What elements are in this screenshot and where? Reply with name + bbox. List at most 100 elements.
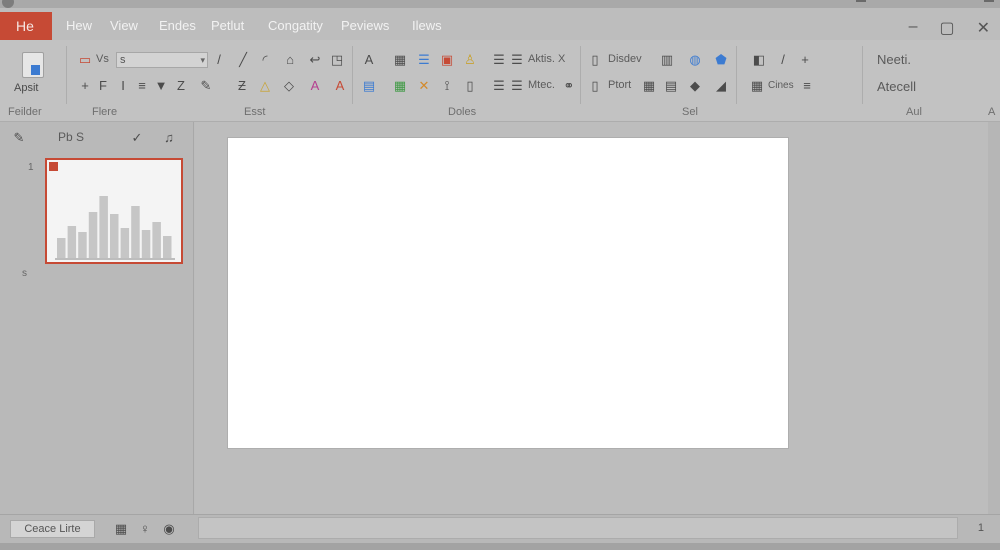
app-icon bbox=[2, 0, 14, 8]
menu-icon[interactable]: ≡ bbox=[800, 79, 814, 93]
pen-icon[interactable]: / bbox=[212, 53, 226, 67]
chart-icon[interactable]: ♙ bbox=[463, 53, 477, 67]
bold-icon[interactable]: F bbox=[96, 79, 110, 93]
ribbon-minimize-icon[interactable]: – bbox=[909, 18, 918, 38]
music-icon[interactable]: ♫ bbox=[162, 131, 176, 145]
slide-thumbnail-1[interactable] bbox=[45, 158, 183, 264]
ribbon-divider bbox=[580, 46, 581, 104]
globe-icon[interactable]: ◍ bbox=[688, 53, 702, 67]
home-icon[interactable]: ⬟ bbox=[714, 53, 728, 67]
ribbon-right-label-1[interactable]: Neeti. bbox=[877, 52, 911, 67]
collapse-icon[interactable]: ✓ bbox=[130, 131, 144, 145]
filter-icon[interactable]: ▼ bbox=[154, 79, 168, 93]
edit-icon[interactable]: / bbox=[776, 53, 790, 67]
notes-icon[interactable]: ▤ bbox=[664, 79, 678, 93]
slides-icon[interactable]: ▥ bbox=[660, 53, 674, 67]
leaf-icon[interactable]: ◆ bbox=[688, 79, 702, 93]
cross-icon[interactable]: ✕ bbox=[417, 79, 431, 93]
tab-view[interactable]: View bbox=[110, 18, 138, 33]
tab-congatity[interactable]: Congatity bbox=[268, 18, 323, 33]
menu-bar: He Hew View Endes Petlut Congatity Pevie… bbox=[0, 8, 1000, 40]
status-button[interactable]: Ceace Lirte bbox=[10, 520, 95, 538]
cines-label[interactable]: Cines bbox=[768, 80, 794, 91]
thumbnail-bar bbox=[57, 238, 66, 258]
italic-icon[interactable]: I bbox=[116, 79, 130, 93]
align-right-icon[interactable]: ☰ bbox=[492, 79, 506, 93]
slides-pane-title: Pb S bbox=[58, 130, 85, 144]
arrange-icon[interactable]: ▦ bbox=[750, 79, 764, 93]
vertical-scrollbar[interactable] bbox=[988, 122, 1000, 514]
reading-view-icon[interactable]: ♀ bbox=[138, 522, 152, 536]
font-size-icon[interactable]: A bbox=[362, 53, 376, 67]
group-label-corner: A bbox=[988, 106, 996, 118]
normal-view-icon[interactable]: ▦ bbox=[114, 522, 128, 536]
justify-icon[interactable]: ☰ bbox=[510, 79, 524, 93]
ribbon-right-label-2[interactable]: Atecell bbox=[877, 79, 916, 94]
thumbnail-bar bbox=[120, 228, 130, 258]
close-window-icon[interactable] bbox=[984, 0, 994, 2]
horizontal-scrollbar[interactable] bbox=[198, 517, 958, 539]
clear-format-icon[interactable]: Ƶ bbox=[235, 79, 249, 93]
slide-canvas[interactable] bbox=[227, 137, 789, 449]
brush-icon[interactable]: ✎ bbox=[199, 79, 213, 93]
thumbnail-bar bbox=[78, 232, 87, 258]
text-color-icon[interactable]: A bbox=[333, 79, 347, 93]
group-label-font: Flere bbox=[92, 106, 118, 118]
record-icon[interactable]: ▣ bbox=[440, 53, 454, 67]
paste-button-label[interactable]: Apsit bbox=[14, 82, 38, 94]
grid-icon[interactable]: ▦ bbox=[642, 79, 656, 93]
display-label-2[interactable]: Ptort bbox=[608, 79, 631, 91]
pin-icon[interactable]: ✎ bbox=[12, 131, 26, 145]
print-icon[interactable]: ▯ bbox=[588, 79, 602, 93]
thumbnail-baseline bbox=[55, 258, 175, 260]
tab-endes[interactable]: Endes bbox=[159, 18, 196, 33]
corner-icon[interactable]: ◢ bbox=[714, 79, 728, 93]
align-label-1[interactable]: Aktis. X bbox=[528, 53, 565, 65]
align-left-icon[interactable]: ☰ bbox=[492, 53, 506, 67]
slide-number: s bbox=[22, 268, 27, 279]
comment-icon[interactable]: ◧ bbox=[752, 53, 766, 67]
text-effects-icon[interactable]: A bbox=[308, 79, 322, 93]
highlight-icon[interactable]: △ bbox=[258, 79, 272, 93]
page-indicator: 1 bbox=[977, 522, 984, 534]
curve-icon[interactable]: ◜ bbox=[258, 53, 272, 67]
minimize-icon[interactable] bbox=[856, 0, 866, 2]
eraser-icon[interactable]: ◇ bbox=[282, 79, 296, 93]
group-label-edit: Esst bbox=[244, 106, 266, 118]
bell-icon[interactable]: ⌂ bbox=[283, 53, 297, 67]
ribbon-divider bbox=[736, 46, 737, 104]
add-icon[interactable]: + bbox=[78, 79, 92, 93]
spreadsheet-icon[interactable]: ▦ bbox=[393, 79, 407, 93]
document-icon[interactable]: ▤ bbox=[362, 79, 376, 93]
tab-ilews[interactable]: Ilews bbox=[412, 18, 442, 33]
shape-icon[interactable]: ◳ bbox=[330, 53, 344, 67]
thumbnail-bar bbox=[99, 196, 108, 258]
align-label-2[interactable]: Mtec. bbox=[528, 79, 555, 91]
slides-pane: ✎ Pb S ✓ ♫ 1 s bbox=[0, 122, 194, 514]
link-icon[interactable]: ⚭ bbox=[562, 79, 576, 93]
tag-icon[interactable]: ⟟ bbox=[440, 79, 454, 93]
ribbon-close-icon[interactable]: ✕ bbox=[977, 18, 990, 38]
font-color-icon[interactable]: ▭ bbox=[78, 53, 92, 67]
plus-icon[interactable]: + bbox=[798, 53, 812, 67]
line-icon[interactable]: ╱ bbox=[236, 53, 250, 67]
arrow-icon[interactable]: ↩ bbox=[308, 53, 322, 67]
display-label-1[interactable]: Disdev bbox=[608, 53, 642, 65]
page-icon[interactable]: ▯ bbox=[588, 53, 602, 67]
tab-petlut[interactable]: Petlut bbox=[211, 18, 244, 33]
list-icon[interactable]: ☰ bbox=[417, 53, 431, 67]
strikethrough-icon[interactable]: ≡ bbox=[135, 79, 149, 93]
underline-icon[interactable]: Z bbox=[174, 79, 188, 93]
table-icon[interactable]: ▦ bbox=[393, 53, 407, 67]
chevron-down-icon[interactable]: ▾ bbox=[200, 53, 205, 67]
ribbon-restore-icon[interactable]: ▢ bbox=[939, 18, 954, 38]
slideshow-icon[interactable]: ◉ bbox=[162, 522, 176, 536]
column-icon[interactable]: ▯ bbox=[463, 79, 477, 93]
tab-home[interactable]: Hew bbox=[66, 18, 92, 33]
paste-icon[interactable] bbox=[22, 52, 44, 78]
thumbnail-bar bbox=[88, 212, 98, 258]
tab-file[interactable]: He bbox=[0, 12, 52, 40]
font-size-combo[interactable]: s ▾ bbox=[116, 52, 208, 68]
align-center-icon[interactable]: ☰ bbox=[510, 53, 524, 67]
tab-peviews[interactable]: Peviews bbox=[341, 18, 389, 33]
